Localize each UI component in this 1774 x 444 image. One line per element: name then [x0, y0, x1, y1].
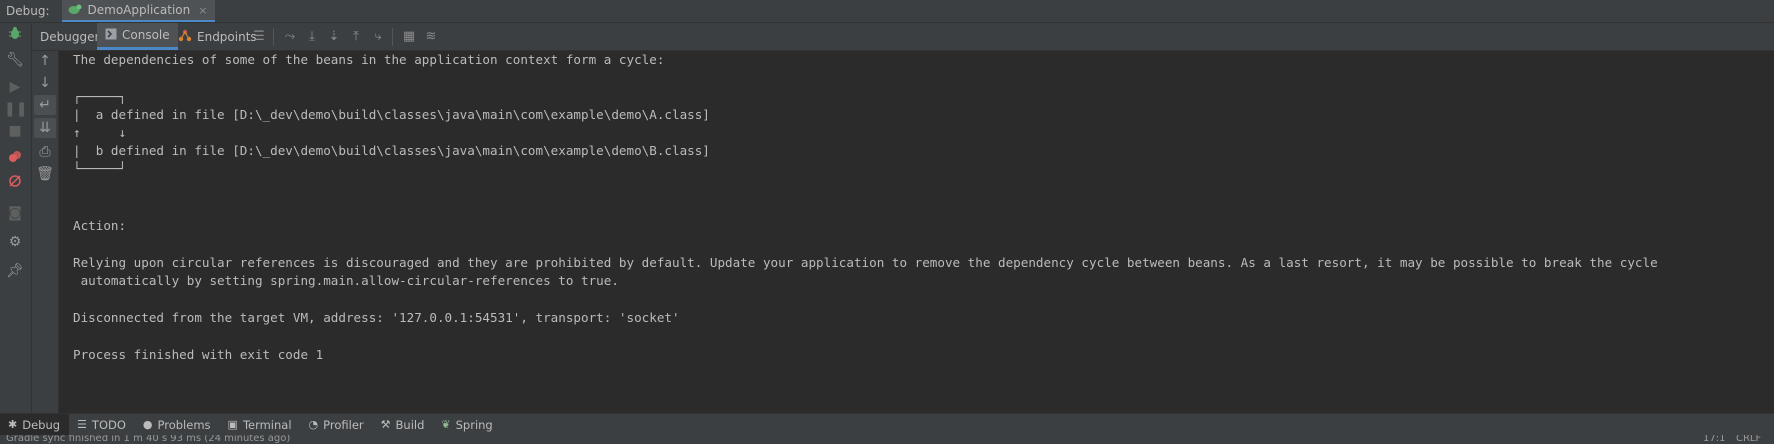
console-line: ┌─────┐: [73, 89, 127, 104]
print-icon[interactable]: ⎙: [34, 142, 56, 162]
camera-icon[interactable]: ◙: [4, 203, 26, 223]
tool-tab-label: TODO: [91, 417, 126, 432]
scroll-to-end-icon[interactable]: ⇊: [34, 118, 56, 138]
run-tab-label: DemoApplication: [87, 3, 191, 17]
toolbar-separator: [392, 28, 393, 46]
trash-icon[interactable]: 🗑︎: [34, 164, 56, 184]
view-breakpoints-icon[interactable]: [4, 150, 26, 170]
endpoints-icon: [178, 29, 192, 45]
console-line: ↑ ↓: [73, 125, 127, 140]
tool-tab-todo[interactable]: ☰ TODO: [69, 414, 135, 435]
resume-icon[interactable]: ▶: [4, 77, 26, 97]
tool-window-bar: ✱ Debug ☰ TODO ● Problems ▣ Terminal ◔ P…: [0, 413, 1774, 435]
tool-tab-label: Terminal: [242, 417, 292, 432]
soft-wrap-icon[interactable]: ↵: [34, 95, 56, 115]
tool-tab-profiler[interactable]: ◔ Profiler: [301, 414, 373, 435]
pin-icon[interactable]: 📌︎: [4, 261, 26, 281]
settings-icon[interactable]: ⚙: [4, 232, 26, 252]
console-line: Action:: [73, 218, 127, 233]
wrench-icon[interactable]: 🔧︎: [4, 50, 26, 70]
cursor-position[interactable]: 17:1: [1703, 435, 1725, 444]
debug-actions-strip: 🔧︎ ▶ ❚❚ ■ ◙ ⚙ 📌︎: [0, 23, 32, 413]
tool-tab-label: Build: [395, 417, 425, 432]
profiler-icon: ◔: [308, 418, 319, 431]
step-over-icon[interactable]: ⤳: [282, 29, 298, 45]
console-icon: [105, 28, 117, 43]
line-separator[interactable]: CRLF: [1736, 435, 1761, 444]
menu-lines-icon[interactable]: ☰: [251, 29, 267, 45]
hammer-icon: ⚒: [380, 418, 391, 431]
pause-icon[interactable]: ❚❚: [4, 99, 27, 119]
step-out-icon[interactable]: ⤒: [348, 29, 364, 45]
step-into-icon[interactable]: ⤓: [304, 29, 320, 45]
bug-icon: [4, 26, 26, 46]
debug-label: Debug:: [6, 4, 50, 18]
tool-tab-build[interactable]: ⚒ Build: [373, 414, 434, 435]
tool-tab-spring[interactable]: ❦ Spring: [433, 414, 501, 435]
terminal-icon: ▣: [227, 418, 238, 431]
toolbar-separator: [273, 28, 274, 46]
tab-debugger-label: Debugger: [40, 29, 100, 44]
tool-tab-terminal[interactable]: ▣ Terminal: [220, 414, 301, 435]
console-output[interactable]: The dependencies of some of the beans in…: [59, 51, 1774, 413]
evaluate-expression-icon[interactable]: ▦: [401, 29, 417, 45]
run-to-cursor-icon[interactable]: ⤷: [370, 29, 386, 45]
console-line: Disconnected from the target VM, address…: [73, 310, 680, 325]
status-bar: Gradle sync finished in 1 m 40 s 93 ms (…: [0, 435, 1774, 444]
mute-breakpoints-icon[interactable]: [4, 174, 26, 194]
tool-tab-label: Spring: [455, 417, 493, 432]
console-line: automatically by setting spring.main.all…: [73, 273, 619, 288]
tab-console-label: Console: [122, 28, 170, 42]
up-arrow-icon[interactable]: ↑: [34, 51, 56, 71]
tool-tab-label: Debug: [22, 417, 61, 432]
status-message: Gradle sync finished in 1 m 40 s 93 ms (…: [6, 435, 291, 444]
trace-current-stream-icon[interactable]: ≋: [423, 29, 439, 45]
list-icon: ☰: [77, 418, 87, 431]
close-icon[interactable]: ×: [198, 4, 207, 17]
tool-tab-problems[interactable]: ● Problems: [135, 414, 220, 435]
tool-tab-label: Profiler: [323, 417, 364, 432]
down-arrow-icon[interactable]: ↓: [34, 73, 56, 93]
console-line: The dependencies of some of the beans in…: [73, 52, 665, 67]
console-line: | a defined in file [D:\_dev\demo\build\…: [73, 107, 710, 122]
bug-icon: ✱: [8, 418, 18, 431]
console-line: Relying upon circular references is disc…: [73, 255, 1658, 270]
console-line: └─────┘: [73, 161, 127, 176]
debug-title-bar: Debug: DemoApplication ×: [0, 0, 1774, 23]
debug-toolbar: Debugger Console Endpoints ☰ ⤳ ⤓ ⇣ ⤒ ⤷ ▦…: [0, 23, 1774, 51]
console-line: | b defined in file [D:\_dev\demo\build\…: [73, 143, 710, 158]
spring-boot-icon: [68, 3, 82, 18]
run-tab-demo-application[interactable]: DemoApplication ×: [61, 0, 216, 22]
console-line: Process finished with exit code 1: [73, 347, 324, 362]
tool-tab-label: Problems: [157, 417, 211, 432]
stop-icon[interactable]: ■: [4, 121, 26, 141]
tab-endpoints-label: Endpoints: [197, 29, 257, 44]
spring-leaf-icon: ❦: [441, 418, 451, 431]
tool-tab-debug[interactable]: ✱ Debug: [0, 414, 70, 435]
problems-icon: ●: [142, 418, 153, 431]
force-step-into-icon[interactable]: ⇣: [326, 29, 342, 45]
console-actions-strip: ↑ ↓ ↵ ⇊ ⎙ 🗑︎: [32, 51, 59, 413]
tab-console[interactable]: Console: [97, 23, 178, 50]
